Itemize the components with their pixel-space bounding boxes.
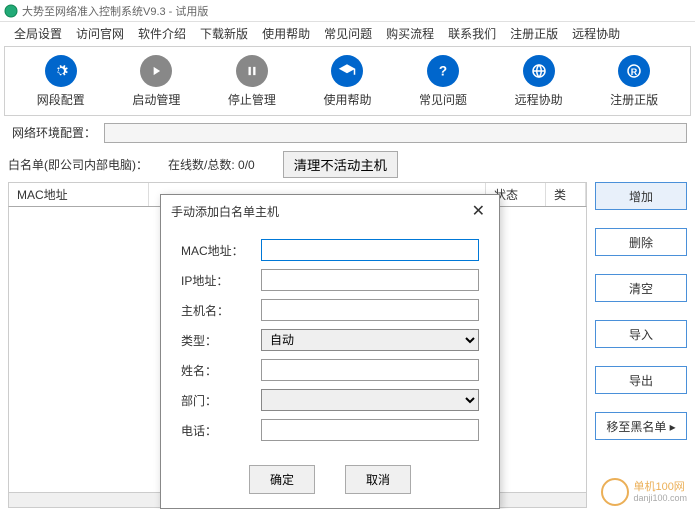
side-buttons: 增加 删除 清空 导入 导出 移至黑名单 ▸ (595, 182, 687, 497)
mac-label: MAC地址： (181, 242, 261, 259)
col-type[interactable]: 类 (546, 183, 586, 206)
type-label: 类型： (181, 332, 261, 349)
toolbar: 网段配置 启动管理 停止管理 使用帮助 ?常见问题 远程协助 R注册正版 (4, 46, 691, 116)
phone-input[interactable] (261, 419, 479, 441)
tool-faq[interactable]: ?常见问题 (411, 53, 475, 110)
env-config-row: 网络环境配置： (0, 118, 695, 147)
delete-button[interactable]: 删除 (595, 228, 687, 256)
play-icon (140, 55, 172, 87)
dept-label: 部门： (181, 392, 261, 409)
tool-register[interactable]: R注册正版 (602, 53, 666, 110)
gear-icon (45, 55, 77, 87)
host-label: 主机名： (181, 302, 261, 319)
tool-stop[interactable]: 停止管理 (220, 53, 284, 110)
cancel-button[interactable]: 取消 (345, 465, 411, 494)
type-select[interactable]: 自动 (261, 329, 479, 351)
clean-inactive-button[interactable]: 清理不活动主机 (283, 151, 398, 178)
watermark-icon (601, 478, 629, 506)
svg-text:?: ? (439, 63, 447, 78)
export-button[interactable]: 导出 (595, 366, 687, 394)
grad-icon (331, 55, 363, 87)
name-label: 姓名： (181, 362, 261, 379)
globe-icon (523, 55, 555, 87)
reg-icon: R (618, 55, 650, 87)
tool-network-config[interactable]: 网段配置 (29, 53, 93, 110)
menu-contact[interactable]: 联系我们 (442, 23, 502, 44)
env-label: 网络环境配置： (8, 122, 100, 143)
import-button[interactable]: 导入 (595, 320, 687, 348)
clear-button[interactable]: 清空 (595, 274, 687, 302)
tool-start[interactable]: 启动管理 (124, 53, 188, 110)
modal-titlebar: 手动添加白名单主机 ✕ (161, 195, 499, 227)
ok-button[interactable]: 确定 (249, 465, 315, 494)
col-mac[interactable]: MAC地址 (9, 183, 149, 206)
add-whitelist-modal: 手动添加白名单主机 ✕ MAC地址： IP地址： 主机名： 类型：自动 姓名： … (160, 194, 500, 509)
menubar: 全局设置 访问官网 软件介绍 下载新版 使用帮助 常见问题 购买流程 联系我们 … (0, 22, 695, 44)
titlebar: 大势至网络准入控制系统V9.3 - 试用版 (0, 0, 695, 22)
menu-help[interactable]: 使用帮助 (256, 23, 316, 44)
add-button[interactable]: 增加 (595, 182, 687, 210)
pause-icon (236, 55, 268, 87)
menu-register[interactable]: 注册正版 (504, 23, 564, 44)
svg-text:R: R (631, 66, 638, 76)
move-blacklist-button[interactable]: 移至黑名单 ▸ (595, 412, 687, 440)
tool-help[interactable]: 使用帮助 (315, 53, 379, 110)
menu-download[interactable]: 下载新版 (194, 23, 254, 44)
ip-label: IP地址： (181, 272, 261, 289)
watermark: 单机100网 danji100.com (601, 478, 687, 506)
menu-faq[interactable]: 常见问题 (318, 23, 378, 44)
menu-website[interactable]: 访问官网 (70, 23, 130, 44)
menu-remote[interactable]: 远程协助 (566, 23, 626, 44)
mac-input[interactable] (261, 239, 479, 261)
hostname-input[interactable] (261, 299, 479, 321)
window-title: 大势至网络准入控制系统V9.3 - 试用版 (22, 3, 208, 19)
app-icon (4, 4, 18, 18)
menu-purchase[interactable]: 购买流程 (380, 23, 440, 44)
phone-label: 电话： (181, 422, 261, 439)
ip-input[interactable] (261, 269, 479, 291)
name-input[interactable] (261, 359, 479, 381)
dept-select[interactable] (261, 389, 479, 411)
menu-global[interactable]: 全局设置 (8, 23, 68, 44)
online-stats: 在线数/总数: 0/0 (168, 156, 255, 173)
env-input[interactable] (104, 123, 687, 143)
tool-remote[interactable]: 远程协助 (507, 53, 571, 110)
question-icon: ? (427, 55, 459, 87)
close-icon[interactable]: ✕ (468, 201, 489, 221)
modal-title-text: 手动添加白名单主机 (171, 203, 279, 220)
whitelist-label: 白名单(即公司内部电脑)： (8, 156, 148, 173)
menu-intro[interactable]: 软件介绍 (132, 23, 192, 44)
whitelist-stats-row: 白名单(即公司内部电脑)： 在线数/总数: 0/0 清理不活动主机 (0, 147, 695, 182)
